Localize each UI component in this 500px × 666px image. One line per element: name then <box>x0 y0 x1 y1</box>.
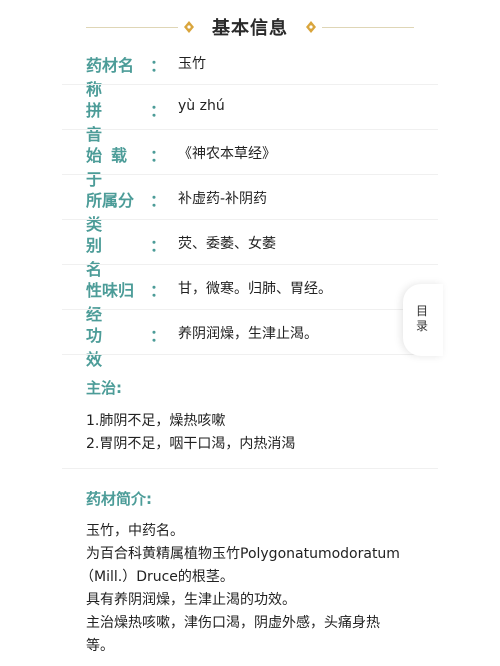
intro-title: 药材简介: <box>86 490 152 508</box>
header-divider-left <box>86 27 178 28</box>
info-value: yù zhú <box>178 98 225 114</box>
intro-line: 等。 <box>86 638 114 654</box>
info-value: 补虚药-补阴药 <box>178 191 268 207</box>
toc-label: 目录 <box>415 304 428 333</box>
ornament-icon <box>306 21 316 33</box>
label-text: 功效 <box>86 326 141 369</box>
info-value: 《神农本草经》 <box>178 146 276 162</box>
section-divider <box>62 468 438 469</box>
intro-line: 主治燥热咳嗽，津伤口渴，阴虚外感，头痛身热 <box>86 615 380 631</box>
indications-title: 主治: <box>86 379 122 397</box>
info-value: 玉竹 <box>178 56 206 72</box>
intro-line: 具有养阴润燥，生津止渴的功效。 <box>86 592 296 608</box>
info-row-first-recorded: 始载于： 《神农本草经》 <box>0 130 440 189</box>
row-divider <box>62 354 438 355</box>
indication-item: 2.胃阴不足，咽干口渴，内热消渴 <box>86 436 296 452</box>
label-colon: ： <box>149 326 166 345</box>
intro-line: （Mill.）Druce的根茎。 <box>80 569 234 585</box>
info-value: 甘，微寒。归肺、胃经。 <box>178 281 332 297</box>
info-row-efficacy: 功效 ： 养阴润燥，生津止渴。 <box>0 310 440 369</box>
toc-button[interactable]: 目录 <box>403 284 443 356</box>
info-value: 荧、委萎、女萎 <box>178 236 276 252</box>
intro-line: 为百合科黄精属植物玉竹Polygonatumodoratum <box>86 546 400 562</box>
ornament-icon <box>184 21 194 33</box>
info-value: 养阴润燥，生津止渴。 <box>178 326 318 342</box>
indication-item: 1.肺阴不足，燥热咳嗽 <box>86 413 226 429</box>
info-row-name: 药材名称： 玉竹 <box>0 40 440 99</box>
header-divider-right <box>322 27 414 28</box>
intro-line: 玉竹，中药名。 <box>86 523 184 539</box>
info-row-pinyin: 拼音： yù zhú <box>0 85 440 144</box>
info-row-category: 所属分类： 补虚药-补阴药 <box>0 175 440 234</box>
info-label: 功效 ： <box>86 322 166 370</box>
info-row-alias: 别名： 荧、委萎、女萎 <box>0 220 440 279</box>
info-row-nature-meridian: 性味归经： 甘，微寒。归肺、胃经。 <box>0 265 440 324</box>
section-title: 基本信息 <box>212 18 288 39</box>
